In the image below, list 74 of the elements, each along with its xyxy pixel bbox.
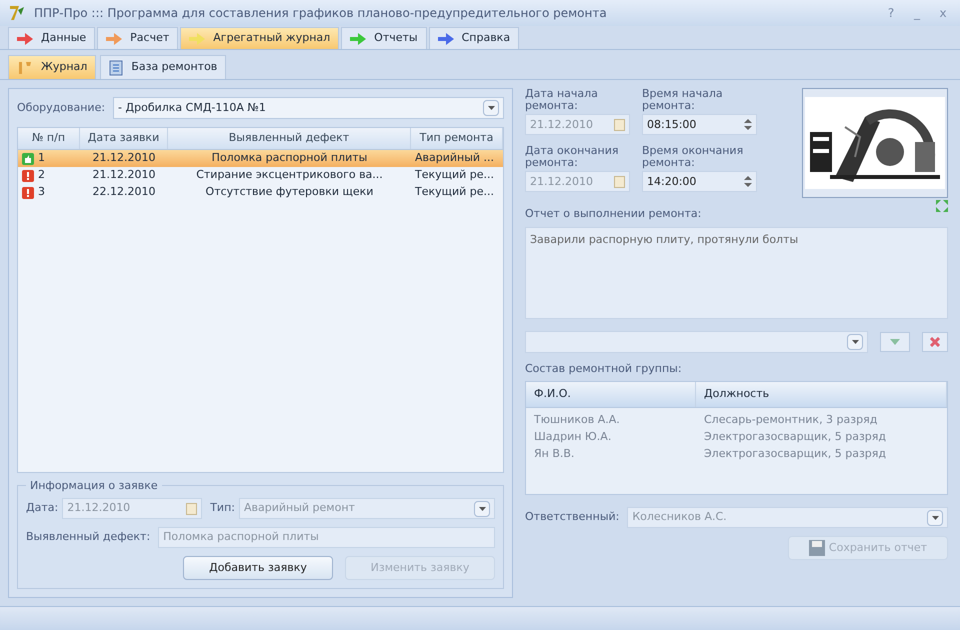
action-button[interactable]: Добавить заявку bbox=[183, 556, 333, 580]
table-cell-text: Аварийный ... bbox=[414, 150, 496, 166]
dropdown-button[interactable] bbox=[927, 510, 943, 526]
field-label: Дата: bbox=[26, 500, 58, 516]
table-row[interactable]: 3 22.12.2010 Отсутствие футеровки щеки Текущий ре... bbox=[18, 184, 503, 201]
column-header[interactable]: Ф.И.О. bbox=[526, 382, 696, 407]
table-cell-text: Электрогазосварщик, 5 разряд bbox=[703, 429, 888, 446]
tab[interactable]: Данные bbox=[8, 27, 96, 49]
dropdown-button[interactable] bbox=[474, 500, 490, 516]
column-header[interactable]: Тип ремонта bbox=[411, 128, 503, 149]
tab[interactable]: Агрегатный журнал bbox=[180, 27, 340, 49]
caret-icon bbox=[478, 506, 486, 510]
thumbs-up-icon bbox=[22, 152, 34, 164]
table-cell-text: 1 bbox=[38, 150, 45, 166]
save-icon bbox=[808, 540, 825, 556]
column-header[interactable]: Дата заявки bbox=[80, 128, 168, 149]
table-cell-text: Тюшников А.А. bbox=[533, 412, 621, 428]
table-cell-text: Стирание эксцентрикового ва... bbox=[195, 167, 384, 184]
calendar-icon bbox=[614, 175, 625, 188]
field-label: Состав ремонтной группы: bbox=[525, 360, 683, 376]
time-field[interactable]: 14:20:00 bbox=[642, 171, 757, 192]
tab[interactable]: База ремонтов bbox=[100, 55, 226, 79]
caret-icon bbox=[932, 516, 938, 520]
table-cell-text: Слесарь-ремонтник, 3 разряд bbox=[703, 412, 878, 428]
caret-icon bbox=[488, 106, 494, 110]
table-cell-text: 2 bbox=[38, 167, 45, 184]
time-field[interactable]: 08:15:00 bbox=[642, 114, 757, 135]
table-cell-text: Электрогазосварщик, 5 разряд bbox=[703, 446, 888, 462]
table-cell-text: Шадрин Ю.А. bbox=[533, 429, 612, 446]
tab[interactable]: Отчеты bbox=[341, 27, 427, 49]
table-cell-text: 22.12.2010 bbox=[92, 184, 156, 200]
table-cell-text: Отсутствие футеровки щеки bbox=[204, 184, 374, 200]
table-cell-text: 21.12.2010 bbox=[92, 150, 156, 166]
table-cell-text: Текущий ре... bbox=[414, 184, 496, 200]
document-icon bbox=[109, 60, 124, 76]
triangle-icon bbox=[890, 338, 900, 344]
window-title: ППР-Про ::: Программа для составления графиков планово-предупредительного ремонта bbox=[34, 5, 608, 22]
table-row[interactable]: 1 21.12.2010 Поломка распорной плиты Аварийный ... bbox=[18, 150, 503, 167]
equipment-dropdown[interactable]: - Дробилка СМД-110А №1 bbox=[113, 97, 504, 119]
tab[interactable]: Расчет bbox=[97, 27, 178, 49]
spinner-icon[interactable] bbox=[744, 118, 752, 131]
alert-icon bbox=[22, 186, 34, 198]
field-label: Ответственный: bbox=[525, 509, 620, 526]
table-cell-text: Ян В.В. bbox=[533, 446, 576, 462]
group-title: Информация о заявке bbox=[26, 478, 162, 494]
tab[interactable]: Журнал bbox=[8, 55, 96, 79]
calendar-icon bbox=[614, 118, 625, 131]
column-header[interactable]: Выявленный дефект bbox=[168, 128, 411, 149]
report-textarea[interactable]: Заварили распорную плиту, протянули болты bbox=[525, 226, 948, 318]
table-cell-text: 3 bbox=[38, 184, 45, 200]
tab[interactable]: Справка bbox=[428, 27, 520, 49]
caret-icon bbox=[852, 340, 858, 344]
field-label: Отчет о выполнении ремонта: bbox=[525, 206, 702, 222]
column-header[interactable]: Должность bbox=[696, 382, 947, 407]
field-label: Выявленный дефект: bbox=[26, 529, 150, 546]
column-header[interactable]: № п/п bbox=[18, 128, 80, 149]
dropdown-button[interactable] bbox=[847, 334, 863, 350]
table-cell-text: 21.12.2010 bbox=[92, 167, 156, 184]
close-icon bbox=[930, 336, 940, 346]
alert-icon bbox=[22, 170, 34, 182]
dropdown-button[interactable] bbox=[483, 100, 499, 116]
field-label: Дата окончания ремонта: bbox=[525, 145, 620, 169]
delete-button[interactable] bbox=[922, 332, 948, 352]
field-label: Тип: bbox=[210, 500, 235, 516]
table-row[interactable]: 2 21.12.2010 Стирание эксцентрикового ва... Текущий ре... bbox=[18, 167, 503, 184]
table-cell-text: Текущий ре... bbox=[414, 167, 496, 184]
app-logo-icon bbox=[8, 4, 26, 22]
table-cell-text: Поломка распорной плиты bbox=[210, 150, 368, 166]
field-label: Оборудование: bbox=[17, 100, 106, 116]
calendar-icon bbox=[186, 502, 198, 515]
spinner-icon[interactable] bbox=[744, 175, 752, 188]
field-label: Время окончания ремонта: bbox=[642, 145, 744, 169]
field-label: Дата начала ремонта: bbox=[525, 88, 599, 112]
field-label: Время начала ремонта: bbox=[642, 88, 724, 112]
